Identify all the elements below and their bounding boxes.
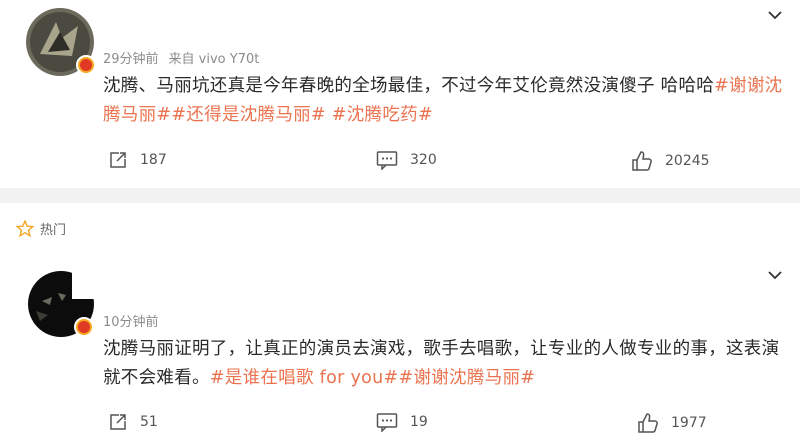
comment-icon	[376, 151, 398, 170]
post-actions: 51 19 1977	[0, 412, 800, 438]
post-time: 10分钟前	[103, 315, 159, 330]
verified-badge-icon	[76, 55, 96, 75]
hot-label-row: 热门	[16, 219, 66, 238]
repost-button[interactable]: 51	[108, 412, 158, 432]
post-actions: 187 320 20245	[0, 150, 800, 176]
hashtag-link[interactable]: #沈腾吃药#	[332, 105, 433, 125]
hashtag-link[interactable]: 腾马丽#	[103, 105, 171, 125]
like-icon	[638, 413, 658, 433]
comment-button[interactable]: 320	[376, 150, 437, 170]
post-text-plain: 沈腾马丽证明了，让真正的演员去演戏，歌手去唱歌，让专业的人做专业的事，这表演	[103, 339, 780, 359]
post-card-1: 29分钟前 来自 vivo Y70t 沈腾、马丽坑还真是今年春晚的全场最佳，不过今…	[0, 0, 800, 188]
hashtag-link[interactable]: #谢谢沈腾马丽#	[398, 368, 535, 388]
hashtag-link[interactable]: #谢谢沈	[714, 76, 782, 96]
chevron-down-icon[interactable]	[766, 266, 784, 284]
comment-icon	[376, 413, 398, 432]
verified-badge-icon	[74, 317, 94, 337]
post-source: 来自 vivo Y70t	[168, 52, 260, 67]
post-text: 沈腾马丽证明了，让真正的演员去演戏，歌手去唱歌，让专业的人做专业的事，这表演 就…	[103, 335, 793, 393]
hot-label: 热门	[40, 223, 67, 238]
hot-flame-icon	[16, 219, 34, 237]
like-count: 1977	[671, 415, 707, 431]
repost-icon	[110, 152, 126, 168]
post-text-plain: 沈腾、马丽坑还真是今年春晚的全场最佳，不过今年艾伦竟然没演傻子 哈哈哈	[103, 76, 715, 96]
repost-count: 51	[140, 414, 158, 430]
comment-count: 320	[410, 152, 437, 168]
post-meta: 10分钟前	[103, 311, 159, 330]
comment-count: 19	[410, 414, 428, 430]
hashtag-link[interactable]: #还得是沈腾马丽#	[171, 105, 326, 125]
repost-button[interactable]: 187	[108, 150, 167, 170]
post-text-plain: 就不会难看。	[103, 368, 210, 388]
like-count: 20245	[665, 153, 710, 169]
repost-icon	[110, 414, 126, 430]
username-redaction	[96, 8, 196, 34]
like-icon	[632, 151, 652, 171]
username-redaction	[72, 265, 120, 299]
chevron-down-icon[interactable]	[766, 6, 784, 24]
post-text: 沈腾、马丽坑还真是今年春晚的全场最佳，不过今年艾伦竟然没演傻子 哈哈哈#谢谢沈 …	[103, 72, 783, 130]
repost-count: 187	[140, 152, 167, 168]
comment-button[interactable]: 19	[376, 412, 428, 432]
post-meta: 29分钟前 来自 vivo Y70t	[103, 48, 259, 67]
like-button[interactable]: 20245	[631, 150, 710, 172]
post-card-2: 热门 10分钟前 沈腾马丽证明了，让真正的演员去演戏，歌手去唱歌，让专业的人做专…	[0, 203, 800, 443]
hashtag-link[interactable]: #是谁在唱歌 for you#	[210, 368, 399, 388]
post-time: 29分钟前	[103, 52, 159, 67]
like-button[interactable]: 1977	[637, 412, 707, 434]
